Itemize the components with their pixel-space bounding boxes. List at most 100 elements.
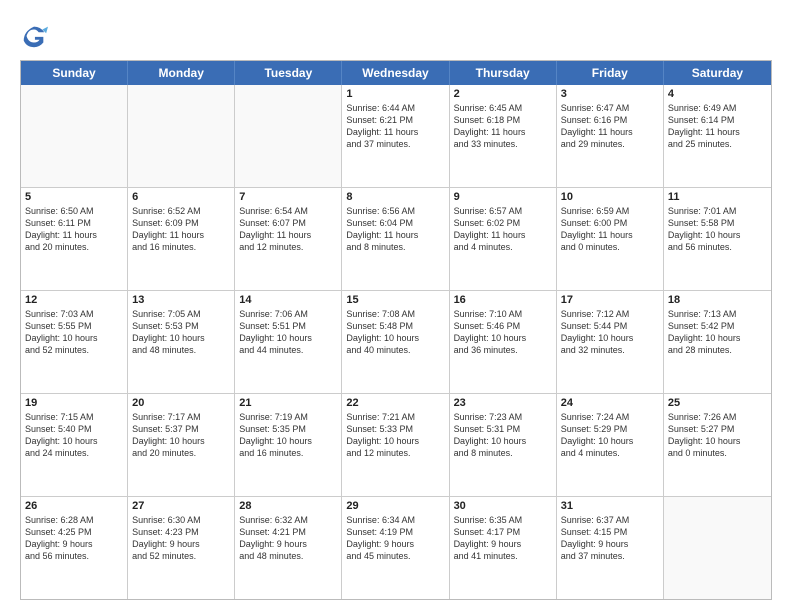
calendar-row: 5 Sunrise: 6:50 AM Sunset: 6:11 PM Daylig…	[21, 187, 771, 290]
day-number: 23	[454, 397, 552, 409]
calendar-cell: 23 Sunrise: 7:23 AM Sunset: 5:31 PM Dayli…	[450, 394, 557, 496]
day-number: 12	[25, 294, 123, 306]
cell-info: Sunrise: 6:50 AM Sunset: 6:11 PM Dayligh…	[25, 205, 123, 254]
day-number: 10	[561, 191, 659, 203]
calendar-cell: 9 Sunrise: 6:57 AM Sunset: 6:02 PM Daylig…	[450, 188, 557, 290]
calendar-header-cell: Sunday	[21, 61, 128, 85]
day-number: 31	[561, 500, 659, 512]
cell-info: Sunrise: 7:23 AM Sunset: 5:31 PM Dayligh…	[454, 411, 552, 460]
calendar-cell: 8 Sunrise: 6:56 AM Sunset: 6:04 PM Daylig…	[342, 188, 449, 290]
cell-info: Sunrise: 7:13 AM Sunset: 5:42 PM Dayligh…	[668, 308, 767, 357]
day-number: 17	[561, 294, 659, 306]
day-number: 3	[561, 88, 659, 100]
cell-info: Sunrise: 6:56 AM Sunset: 6:04 PM Dayligh…	[346, 205, 444, 254]
day-number: 16	[454, 294, 552, 306]
calendar-row: 19Sunrise: 7:15 AM Sunset: 5:40 PM Dayli…	[21, 393, 771, 496]
day-number: 11	[668, 191, 767, 203]
cell-info: Sunrise: 6:57 AM Sunset: 6:02 PM Dayligh…	[454, 205, 552, 254]
day-number: 13	[132, 294, 230, 306]
logo-icon	[20, 22, 48, 50]
header	[20, 18, 772, 50]
calendar-cell: 14 Sunrise: 7:06 AM Sunset: 5:51 PM Dayli…	[235, 291, 342, 393]
day-number: 25	[668, 397, 767, 409]
calendar-cell: 28 Sunrise: 6:32 AM Sunset: 4:21 PM Dayli…	[235, 497, 342, 599]
calendar-cell: 16 Sunrise: 7:10 AM Sunset: 5:46 PM Dayli…	[450, 291, 557, 393]
calendar-row: 12 Sunrise: 7:03 AM Sunset: 5:55 PM Dayli…	[21, 290, 771, 393]
day-number: 14	[239, 294, 337, 306]
calendar-header-cell: Wednesday	[342, 61, 449, 85]
calendar-cell: 30 Sunrise: 6:35 AM Sunset: 4:17 PM Dayli…	[450, 497, 557, 599]
cell-info: Sunrise: 7:12 AM Sunset: 5:44 PM Dayligh…	[561, 308, 659, 357]
cell-info: Sunrise: 6:54 AM Sunset: 6:07 PM Dayligh…	[239, 205, 337, 254]
calendar-header-cell: Thursday	[450, 61, 557, 85]
day-number: 24	[561, 397, 659, 409]
day-number: 27	[132, 500, 230, 512]
day-number: 5	[25, 191, 123, 203]
calendar-header-cell: Saturday	[664, 61, 771, 85]
cell-info: Sunrise: 6:30 AM Sunset: 4:23 PM Dayligh…	[132, 514, 230, 563]
calendar-cell: 24Sunrise: 7:24 AM Sunset: 5:29 PM Dayli…	[557, 394, 664, 496]
cell-info: Sunrise: 6:59 AM Sunset: 6:00 PM Dayligh…	[561, 205, 659, 254]
calendar-cell: 27 Sunrise: 6:30 AM Sunset: 4:23 PM Dayli…	[128, 497, 235, 599]
cell-info: Sunrise: 7:03 AM Sunset: 5:55 PM Dayligh…	[25, 308, 123, 357]
day-number: 26	[25, 500, 123, 512]
day-number: 18	[668, 294, 767, 306]
cell-info: Sunrise: 7:21 AM Sunset: 5:33 PM Dayligh…	[346, 411, 444, 460]
cell-info: Sunrise: 7:08 AM Sunset: 5:48 PM Dayligh…	[346, 308, 444, 357]
calendar-row: 26 Sunrise: 6:28 AM Sunset: 4:25 PM Dayli…	[21, 496, 771, 599]
calendar-cell: 2Sunrise: 6:45 AM Sunset: 6:18 PM Daylig…	[450, 85, 557, 187]
day-number: 4	[668, 88, 767, 100]
calendar-cell: 17 Sunrise: 7:12 AM Sunset: 5:44 PM Dayli…	[557, 291, 664, 393]
calendar-cell: 25 Sunrise: 7:26 AM Sunset: 5:27 PM Dayli…	[664, 394, 771, 496]
day-number: 28	[239, 500, 337, 512]
day-number: 7	[239, 191, 337, 203]
calendar-header-row: SundayMondayTuesdayWednesdayThursdayFrid…	[21, 61, 771, 85]
calendar-cell: 6 Sunrise: 6:52 AM Sunset: 6:09 PM Daylig…	[128, 188, 235, 290]
calendar-header-cell: Tuesday	[235, 61, 342, 85]
day-number: 9	[454, 191, 552, 203]
calendar-cell: 29Sunrise: 6:34 AM Sunset: 4:19 PM Dayli…	[342, 497, 449, 599]
cell-info: Sunrise: 6:32 AM Sunset: 4:21 PM Dayligh…	[239, 514, 337, 563]
calendar-cell: 19Sunrise: 7:15 AM Sunset: 5:40 PM Dayli…	[21, 394, 128, 496]
calendar-header-cell: Friday	[557, 61, 664, 85]
calendar-cell: 18 Sunrise: 7:13 AM Sunset: 5:42 PM Dayli…	[664, 291, 771, 393]
calendar-cell	[235, 85, 342, 187]
cell-info: Sunrise: 6:52 AM Sunset: 6:09 PM Dayligh…	[132, 205, 230, 254]
cell-info: Sunrise: 6:49 AM Sunset: 6:14 PM Dayligh…	[668, 102, 767, 151]
day-number: 8	[346, 191, 444, 203]
calendar-cell: 7 Sunrise: 6:54 AM Sunset: 6:07 PM Daylig…	[235, 188, 342, 290]
cell-info: Sunrise: 7:26 AM Sunset: 5:27 PM Dayligh…	[668, 411, 767, 460]
cell-info: Sunrise: 7:01 AM Sunset: 5:58 PM Dayligh…	[668, 205, 767, 254]
cell-info: Sunrise: 7:19 AM Sunset: 5:35 PM Dayligh…	[239, 411, 337, 460]
calendar-cell: 13 Sunrise: 7:05 AM Sunset: 5:53 PM Dayli…	[128, 291, 235, 393]
cell-info: Sunrise: 7:10 AM Sunset: 5:46 PM Dayligh…	[454, 308, 552, 357]
calendar-header-cell: Monday	[128, 61, 235, 85]
calendar-cell: 12 Sunrise: 7:03 AM Sunset: 5:55 PM Dayli…	[21, 291, 128, 393]
logo	[20, 22, 51, 50]
cell-info: Sunrise: 6:37 AM Sunset: 4:15 PM Dayligh…	[561, 514, 659, 563]
calendar-cell: 31 Sunrise: 6:37 AM Sunset: 4:15 PM Dayli…	[557, 497, 664, 599]
calendar-cell: 4 Sunrise: 6:49 AM Sunset: 6:14 PM Daylig…	[664, 85, 771, 187]
calendar: SundayMondayTuesdayWednesdayThursdayFrid…	[20, 60, 772, 600]
day-number: 1	[346, 88, 444, 100]
calendar-cell: 1Sunrise: 6:44 AM Sunset: 6:21 PM Daylig…	[342, 85, 449, 187]
calendar-cell: 3 Sunrise: 6:47 AM Sunset: 6:16 PM Daylig…	[557, 85, 664, 187]
calendar-page: SundayMondayTuesdayWednesdayThursdayFrid…	[0, 0, 792, 612]
calendar-cell: 21Sunrise: 7:19 AM Sunset: 5:35 PM Dayli…	[235, 394, 342, 496]
day-number: 19	[25, 397, 123, 409]
cell-info: Sunrise: 7:17 AM Sunset: 5:37 PM Dayligh…	[132, 411, 230, 460]
day-number: 30	[454, 500, 552, 512]
cell-info: Sunrise: 7:06 AM Sunset: 5:51 PM Dayligh…	[239, 308, 337, 357]
day-number: 2	[454, 88, 552, 100]
calendar-cell: 10 Sunrise: 6:59 AM Sunset: 6:00 PM Dayli…	[557, 188, 664, 290]
calendar-cell: 22Sunrise: 7:21 AM Sunset: 5:33 PM Dayli…	[342, 394, 449, 496]
cell-info: Sunrise: 7:05 AM Sunset: 5:53 PM Dayligh…	[132, 308, 230, 357]
calendar-cell	[21, 85, 128, 187]
cell-info: Sunrise: 6:35 AM Sunset: 4:17 PM Dayligh…	[454, 514, 552, 563]
day-number: 29	[346, 500, 444, 512]
cell-info: Sunrise: 6:47 AM Sunset: 6:16 PM Dayligh…	[561, 102, 659, 151]
day-number: 6	[132, 191, 230, 203]
cell-info: Sunrise: 6:28 AM Sunset: 4:25 PM Dayligh…	[25, 514, 123, 563]
calendar-cell	[664, 497, 771, 599]
day-number: 15	[346, 294, 444, 306]
